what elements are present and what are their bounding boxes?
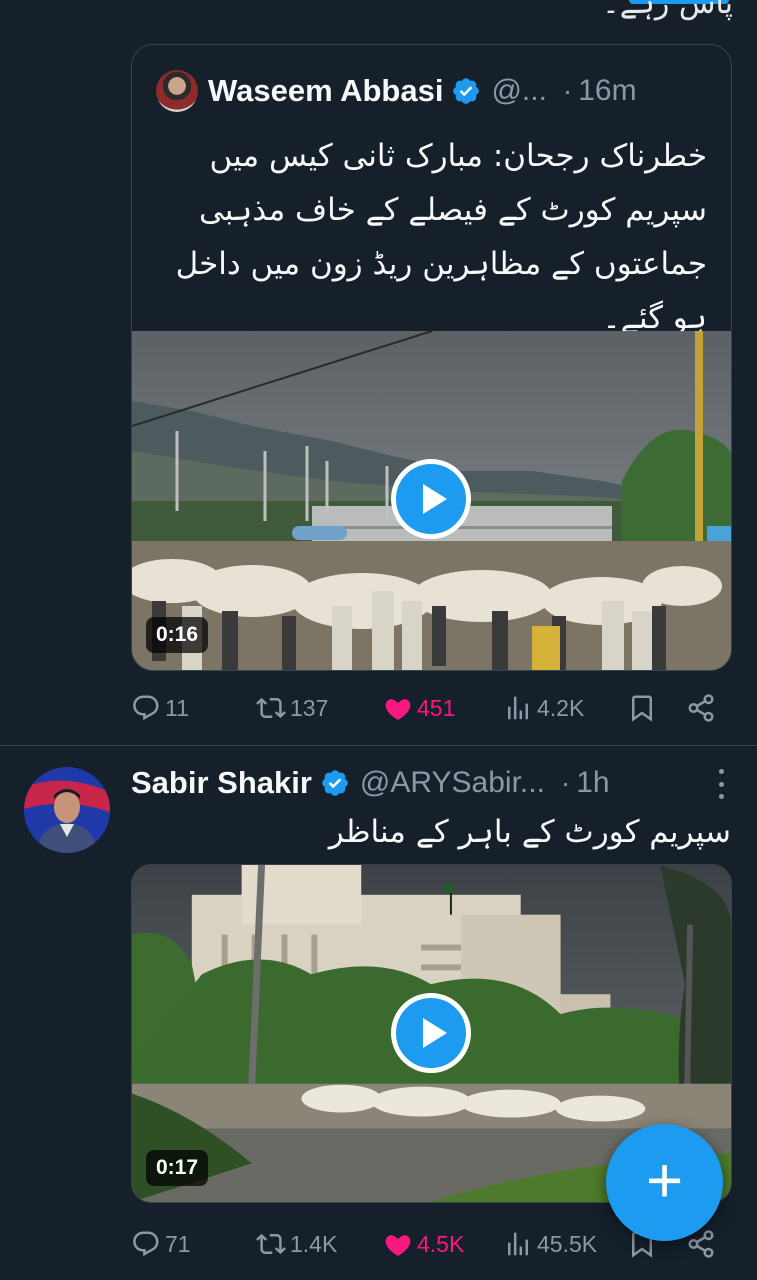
reply-icon <box>133 695 159 721</box>
bookmark-button[interactable] <box>627 690 657 726</box>
repost-button[interactable]: 137 <box>256 690 328 726</box>
share-button[interactable] <box>686 690 716 726</box>
more-icon <box>718 769 724 774</box>
play-button[interactable] <box>391 459 471 539</box>
share-icon <box>688 694 714 722</box>
quoted-tweet-time[interactable]: 16m <box>578 74 636 108</box>
more-options-button[interactable] <box>711 769 731 799</box>
repost-icon <box>256 697 286 719</box>
quoted-tweet-card[interactable]: Waseem Abbasi @... · 16m خطرناک رجحان: م… <box>131 44 732 671</box>
like-button[interactable]: 451 <box>383 690 455 726</box>
reply-count: 71 <box>165 1230 191 1257</box>
heart-icon <box>385 699 411 720</box>
separator-dot: · <box>562 75 573 106</box>
quoted-author-name[interactable]: Waseem Abbasi <box>208 73 443 109</box>
views-count: 45.5K <box>537 1230 598 1257</box>
bookmark-icon <box>632 695 652 722</box>
views-icon <box>508 1232 528 1256</box>
quoted-author-avatar[interactable] <box>156 70 198 112</box>
tweet-text: سپریم کورٹ کے باہر کے مناظر <box>328 814 731 850</box>
video-duration-badge: 0:17 <box>146 1150 209 1186</box>
quoted-tweet-text: خطرناک رجحان: مبارک ثانی کیس میں سپریم ک… <box>175 138 707 336</box>
author-name[interactable]: Sabir Shakir <box>131 765 312 801</box>
verified-badge-icon <box>322 770 348 796</box>
tweet-header: Sabir Shakir @ARYSabir... · 1h <box>131 761 731 805</box>
author-handle: @ARYSabir... <box>359 766 545 799</box>
like-count: 451 <box>417 694 456 721</box>
views-count: 4.2K <box>537 694 585 721</box>
quoted-tweet-header: Waseem Abbasi @... · 16m <box>156 69 707 113</box>
quoted-tweet-video[interactable]: 0:16 <box>132 331 731 670</box>
plus-icon: + <box>645 1143 684 1216</box>
video-duration-badge: 0:16 <box>146 617 209 653</box>
like-count: 4.5K <box>417 1230 465 1257</box>
tweet-action-bar: 11 137 451 4.2K <box>131 690 731 726</box>
views-icon <box>508 696 528 720</box>
reply-count: 11 <box>165 694 189 721</box>
repost-button[interactable]: 1.4K <box>256 1226 337 1262</box>
avatar-image <box>24 767 110 853</box>
views-button[interactable]: 45.5K <box>503 1226 597 1262</box>
reply-icon <box>133 1231 159 1257</box>
repost-icon <box>256 1233 286 1255</box>
quoted-author-handle: @... <box>491 74 547 107</box>
repost-count: 1.4K <box>290 1230 338 1257</box>
play-button[interactable] <box>391 993 471 1073</box>
separator-dot: · <box>560 767 571 798</box>
author-avatar[interactable] <box>24 767 110 853</box>
verified-badge-icon <box>453 78 480 104</box>
play-icon <box>422 1018 447 1048</box>
views-button[interactable]: 4.2K <box>503 690 584 726</box>
heart-icon <box>385 1235 411 1256</box>
tweet-divider <box>0 745 757 746</box>
repost-count: 137 <box>290 694 329 721</box>
tweet-time[interactable]: 1h <box>576 766 609 800</box>
compose-tweet-button[interactable]: + <box>606 1124 723 1241</box>
play-icon <box>422 484 447 514</box>
reply-button[interactable]: 11 <box>131 690 189 726</box>
reply-button[interactable]: 71 <box>131 1226 191 1262</box>
previous-tweet-text-fragment: پاس رہے۔ <box>602 0 733 21</box>
like-button[interactable]: 4.5K <box>383 1226 464 1262</box>
